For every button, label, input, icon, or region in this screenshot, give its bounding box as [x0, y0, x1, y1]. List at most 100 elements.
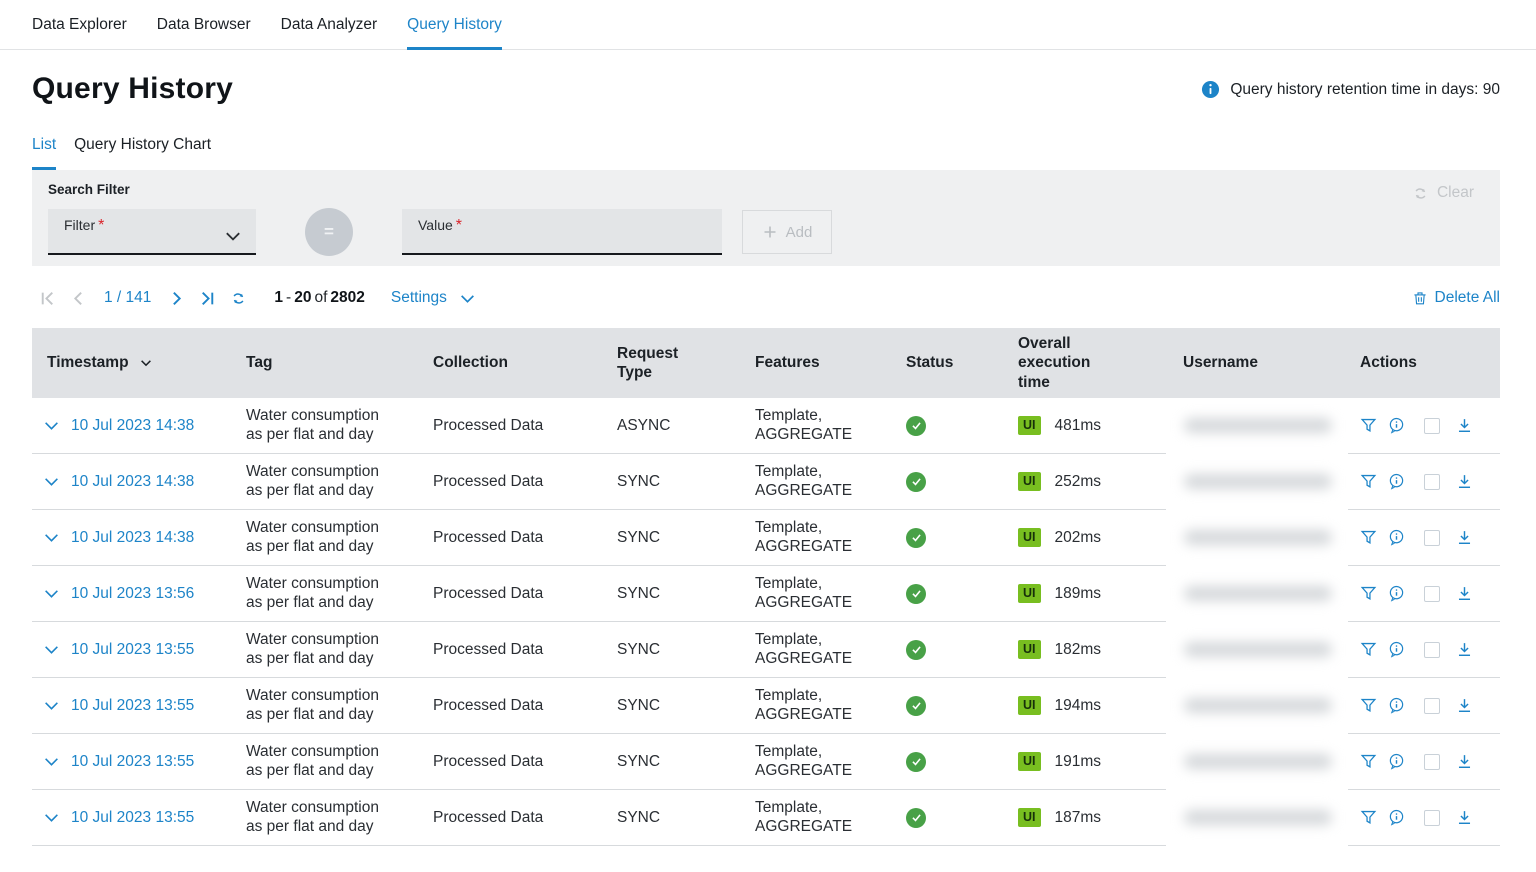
column-header-actions: Actions [1348, 353, 1500, 372]
status-success-icon [906, 584, 926, 604]
download-icon[interactable] [1456, 697, 1473, 714]
timestamp-cell: 10 Jul 2023 13:56 [71, 585, 246, 603]
settings-button[interactable]: Settings [391, 289, 476, 307]
nav-item-query-history[interactable]: Query History [407, 0, 502, 50]
select-row-checkbox[interactable] [1424, 642, 1440, 658]
execution-source-badge: UI [1018, 584, 1041, 603]
username-blurred-text [1184, 642, 1332, 657]
filter-query-icon[interactable] [1360, 641, 1377, 658]
filter-select[interactable]: Filter* [48, 209, 256, 255]
nav-item-data-explorer[interactable]: Data Explorer [32, 0, 127, 50]
filter-query-icon[interactable] [1360, 753, 1377, 770]
download-icon[interactable] [1456, 473, 1473, 490]
table-row: 10 Jul 2023 13:55 Water consumption as p… [32, 622, 1500, 678]
expand-row-icon[interactable] [32, 473, 71, 490]
query-info-icon[interactable] [1388, 585, 1405, 602]
column-header-username: Username [1166, 353, 1348, 372]
select-row-checkbox[interactable] [1424, 698, 1440, 714]
query-info-icon[interactable] [1388, 753, 1405, 770]
add-filter-button[interactable]: Add [742, 210, 832, 254]
timestamp-link[interactable]: 10 Jul 2023 13:56 [71, 585, 194, 602]
clear-button-label: Clear [1437, 184, 1474, 202]
chevron-down-icon [224, 227, 242, 245]
select-row-checkbox[interactable] [1424, 474, 1440, 490]
first-page-icon[interactable] [39, 290, 56, 307]
info-icon [1201, 80, 1220, 99]
select-row-checkbox[interactable] [1424, 754, 1440, 770]
refresh-icon[interactable] [230, 290, 247, 307]
expand-row-icon[interactable] [32, 417, 71, 434]
clear-filter-button[interactable]: Clear [1412, 184, 1474, 202]
value-input[interactable]: Value* [402, 209, 722, 255]
query-info-icon[interactable] [1388, 641, 1405, 658]
download-icon[interactable] [1456, 417, 1473, 434]
query-info-icon[interactable] [1388, 697, 1405, 714]
actions-cell [1348, 697, 1500, 714]
timestamp-link[interactable]: 10 Jul 2023 13:55 [71, 809, 194, 826]
select-row-checkbox[interactable] [1424, 810, 1440, 826]
table-row: 10 Jul 2023 13:55 Water consumption as p… [32, 734, 1500, 790]
status-success-icon [906, 528, 926, 548]
timestamp-link[interactable]: 10 Jul 2023 14:38 [71, 473, 194, 490]
previous-page-icon[interactable] [70, 290, 87, 307]
retention-note: Query history retention time in days: 90 [1201, 80, 1500, 99]
download-icon[interactable] [1456, 809, 1473, 826]
username-blurred-text [1184, 474, 1332, 489]
expand-row-icon[interactable] [32, 697, 71, 714]
actions-cell [1348, 585, 1500, 602]
page-title: Query History [32, 72, 233, 106]
expand-row-icon[interactable] [32, 809, 71, 826]
username-cell-redacted [1166, 398, 1348, 453]
select-row-checkbox[interactable] [1424, 530, 1440, 546]
download-icon[interactable] [1456, 753, 1473, 770]
timestamp-link[interactable]: 10 Jul 2023 14:38 [71, 529, 194, 546]
select-row-checkbox[interactable] [1424, 418, 1440, 434]
chevron-down-icon [459, 290, 476, 307]
timestamp-link[interactable]: 10 Jul 2023 14:38 [71, 417, 194, 434]
select-row-checkbox[interactable] [1424, 586, 1440, 602]
tab-list[interactable]: List [32, 136, 56, 170]
expand-row-icon[interactable] [32, 585, 71, 602]
column-header-timestamp[interactable]: Timestamp [32, 353, 246, 372]
timestamp-link[interactable]: 10 Jul 2023 13:55 [71, 641, 194, 658]
query-info-icon[interactable] [1388, 473, 1405, 490]
nav-item-data-browser[interactable]: Data Browser [157, 0, 251, 50]
table-row: 10 Jul 2023 13:55 Water consumption as p… [32, 790, 1500, 846]
query-info-icon[interactable] [1388, 417, 1405, 434]
collection-cell: Processed Data [433, 585, 617, 603]
next-page-icon[interactable] [168, 290, 185, 307]
filter-query-icon[interactable] [1360, 473, 1377, 490]
username-cell-redacted [1166, 678, 1348, 733]
plus-icon [762, 224, 778, 240]
download-icon[interactable] [1456, 529, 1473, 546]
nav-item-data-analyzer[interactable]: Data Analyzer [281, 0, 378, 50]
download-icon[interactable] [1456, 641, 1473, 658]
expand-row-icon[interactable] [32, 529, 71, 546]
filter-query-icon[interactable] [1360, 417, 1377, 434]
status-success-icon [906, 752, 926, 772]
tag-cell: Water consumption as per flat and day [246, 687, 433, 724]
actions-cell [1348, 417, 1500, 434]
query-info-icon[interactable] [1388, 809, 1405, 826]
expand-row-icon[interactable] [32, 641, 71, 658]
table-row: 10 Jul 2023 14:38 Water consumption as p… [32, 398, 1500, 454]
status-cell [892, 528, 1004, 548]
delete-all-button[interactable]: Delete All [1412, 289, 1500, 307]
filter-query-icon[interactable] [1360, 585, 1377, 602]
filter-query-icon[interactable] [1360, 697, 1377, 714]
download-icon[interactable] [1456, 585, 1473, 602]
expand-row-icon[interactable] [32, 753, 71, 770]
table-header-row: Timestamp Tag Collection Request Type Fe… [32, 328, 1500, 398]
tab-query-history-chart[interactable]: Query History Chart [74, 136, 211, 170]
username-cell-redacted [1166, 622, 1348, 677]
filter-query-icon[interactable] [1360, 529, 1377, 546]
query-info-icon[interactable] [1388, 529, 1405, 546]
last-page-icon[interactable] [199, 290, 216, 307]
filter-query-icon[interactable] [1360, 809, 1377, 826]
tag-cell: Water consumption as per flat and day [246, 799, 433, 836]
sort-descending-icon[interactable] [139, 356, 153, 370]
timestamp-link[interactable]: 10 Jul 2023 13:55 [71, 753, 194, 770]
status-cell [892, 752, 1004, 772]
timestamp-link[interactable]: 10 Jul 2023 13:55 [71, 697, 194, 714]
collection-cell: Processed Data [433, 417, 617, 435]
